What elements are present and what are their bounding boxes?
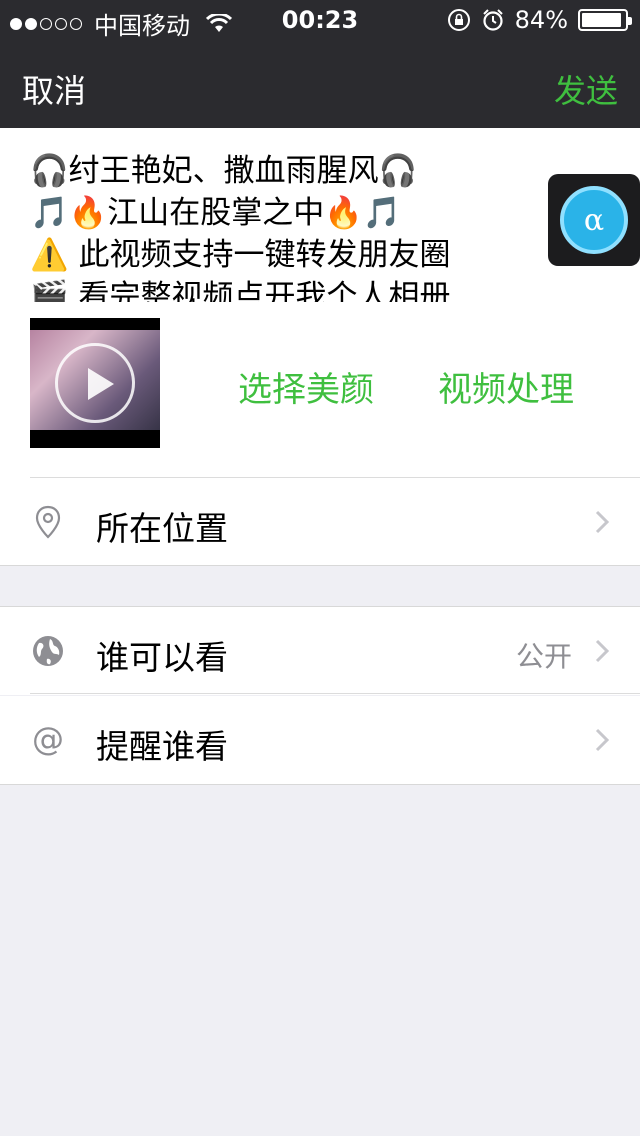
alpha-glyph: α bbox=[583, 202, 605, 238]
nav-bar: 取消 发送 bbox=[0, 40, 640, 128]
visibility-value: 公开 bbox=[515, 640, 572, 673]
mention-label: 提醒谁看 bbox=[96, 727, 228, 766]
visibility-row[interactable]: 谁可以看 公开 bbox=[0, 607, 640, 695]
video-processing-button[interactable]: 视频处理 bbox=[438, 362, 574, 411]
status-right: 84% bbox=[447, 6, 632, 34]
chevron-right-icon bbox=[595, 728, 610, 752]
battery-percent: 84% bbox=[514, 6, 568, 34]
cancel-button[interactable]: 取消 bbox=[22, 66, 86, 112]
chevron-right-icon bbox=[595, 510, 610, 534]
video-thumbnail[interactable] bbox=[30, 318, 160, 448]
floating-assistant-button[interactable]: α bbox=[548, 174, 640, 266]
location-pin-icon bbox=[35, 505, 61, 539]
alarm-icon bbox=[482, 9, 503, 31]
svg-text:@: @ bbox=[32, 722, 64, 758]
chevron-right-icon bbox=[595, 639, 610, 663]
select-beauty-button[interactable]: 选择美颜 bbox=[238, 362, 374, 411]
alpha-icon: α bbox=[560, 186, 628, 254]
location-label: 所在位置 bbox=[96, 509, 228, 548]
post-text-input[interactable]: 🎧纣王艳妃、撒血雨腥风🎧 🎵🔥江山在股掌之中🔥🎵 ⚠️ 此视频支持一键转发朋友圈… bbox=[30, 150, 500, 302]
play-icon bbox=[55, 343, 135, 423]
visibility-label: 谁可以看 bbox=[96, 638, 228, 677]
location-row[interactable]: 所在位置 bbox=[0, 478, 640, 566]
section-divider bbox=[0, 784, 640, 785]
mention-row[interactable]: @ 提醒谁看 bbox=[0, 696, 640, 784]
globe-icon bbox=[33, 636, 63, 666]
rotation-lock-icon bbox=[447, 9, 470, 31]
send-button[interactable]: 发送 bbox=[554, 66, 618, 112]
battery-icon bbox=[578, 9, 632, 31]
divider bbox=[30, 693, 640, 694]
at-icon: @ bbox=[32, 722, 64, 758]
status-bar: 中国移动 00:23 84% bbox=[0, 0, 640, 40]
section-divider bbox=[0, 565, 640, 566]
